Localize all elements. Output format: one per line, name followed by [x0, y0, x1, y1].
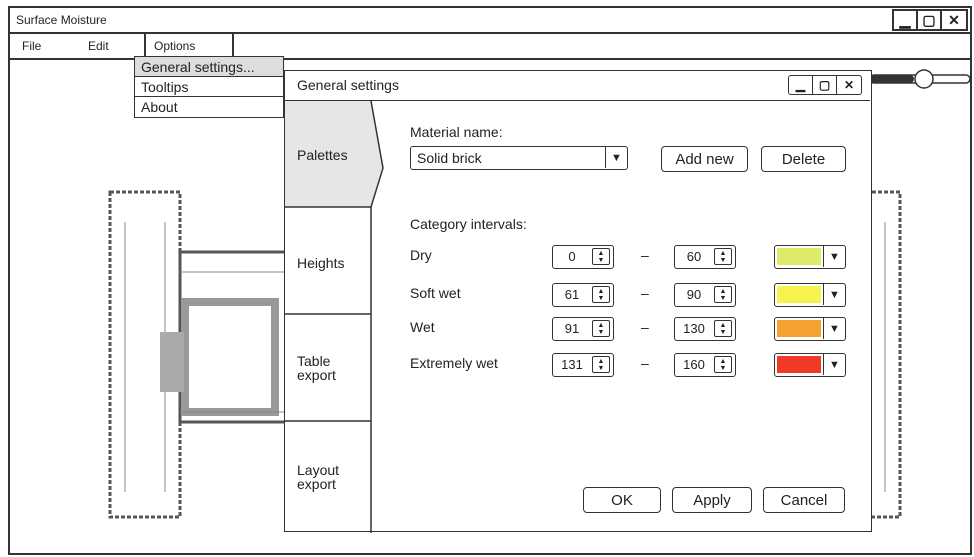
stepper-arrows-icon[interactable]: ▲ ▼ — [592, 356, 610, 373]
color-swatch — [777, 356, 821, 373]
minimize-icon[interactable]: ▁ — [894, 11, 918, 29]
menu-options[interactable]: Options — [144, 34, 234, 58]
stepper-arrows-icon[interactable]: ▲ ▼ — [592, 248, 610, 265]
stepper-arrows-icon[interactable]: ▲ ▼ — [714, 286, 732, 303]
general-settings-dialog: General settings ▁ ▢ ✕ Palettes Heights … — [284, 70, 872, 533]
interval-from-stepper[interactable]: 91 ▲ ▼ — [552, 317, 614, 341]
stepper-arrows-icon[interactable]: ▲ ▼ — [592, 286, 610, 303]
apply-button[interactable]: Apply — [672, 487, 752, 513]
dialog-controls: ▁ ▢ ✕ — [788, 75, 862, 95]
interval-from-stepper[interactable]: 131 ▲ ▼ — [552, 353, 614, 377]
category-name: Wet — [410, 319, 435, 335]
range-dash: – — [641, 247, 649, 263]
ok-button[interactable]: OK — [583, 487, 661, 513]
interval-from-stepper[interactable]: 0 ▲ ▼ — [552, 245, 614, 269]
category-name: Soft wet — [410, 285, 461, 301]
color-picker[interactable]: ▼ — [774, 283, 846, 307]
interval-from-stepper[interactable]: 61 ▲ ▼ — [552, 283, 614, 307]
stepper-arrows-icon[interactable]: ▲ ▼ — [714, 356, 732, 373]
title-bar: Surface Moisture ▁ ▢ ✕ — [10, 8, 970, 34]
maximize-icon[interactable]: ▢ — [918, 11, 942, 29]
minimize-icon[interactable]: ▁ — [789, 76, 813, 94]
chevron-down-icon: ▼ — [823, 354, 845, 375]
close-icon[interactable]: ✕ — [942, 11, 966, 29]
options-dropdown: General settings... Tooltips About — [134, 56, 284, 118]
stepper-arrows-icon[interactable]: ▲ ▼ — [714, 320, 732, 337]
close-icon[interactable]: ✕ — [837, 76, 861, 94]
zoom-slider[interactable] — [868, 68, 972, 90]
color-picker[interactable]: ▼ — [774, 245, 846, 269]
window-title: Surface Moisture — [16, 13, 107, 27]
category-name: Extremely wet — [410, 355, 498, 371]
menu-item-tooltips[interactable]: Tooltips — [135, 77, 283, 97]
category-intervals-label: Category intervals: — [410, 216, 527, 232]
tab-palettes[interactable]: Palettes — [285, 147, 371, 163]
menu-item-about[interactable]: About — [135, 97, 283, 117]
interval-to-stepper[interactable]: 90 ▲ ▼ — [674, 283, 736, 307]
maximize-icon[interactable]: ▢ — [813, 76, 837, 94]
category-name: Dry — [410, 247, 432, 263]
range-dash: – — [641, 285, 649, 301]
material-select-value: Solid brick — [417, 150, 482, 166]
tab-table-export[interactable]: Table export — [285, 354, 371, 382]
dialog-title: General settings — [297, 77, 399, 93]
add-new-button[interactable]: Add new — [661, 146, 748, 172]
color-swatch — [777, 248, 821, 265]
window-controls: ▁ ▢ ✕ — [892, 9, 968, 31]
cancel-button[interactable]: Cancel — [763, 487, 845, 513]
range-dash: – — [641, 319, 649, 335]
interval-to-stepper[interactable]: 60 ▲ ▼ — [674, 245, 736, 269]
tab-layout-export[interactable]: Layout export — [285, 463, 371, 491]
color-picker[interactable]: ▼ — [774, 353, 846, 377]
stepper-arrows-icon[interactable]: ▲ ▼ — [714, 248, 732, 265]
material-name-label: Material name: — [410, 124, 503, 140]
chevron-down-icon: ▼ — [823, 318, 845, 339]
color-swatch — [777, 320, 821, 337]
interval-to-stepper[interactable]: 130 ▲ ▼ — [674, 317, 736, 341]
menu-item-general-settings[interactable]: General settings... — [135, 57, 283, 77]
tab-heights[interactable]: Heights — [285, 255, 371, 271]
material-select[interactable]: Solid brick ▼ — [410, 146, 628, 170]
menu-edit[interactable]: Edit — [80, 34, 140, 58]
chevron-down-icon: ▼ — [605, 147, 627, 168]
color-swatch — [777, 286, 821, 303]
chevron-down-icon: ▼ — [823, 284, 845, 305]
stepper-arrows-icon[interactable]: ▲ ▼ — [592, 320, 610, 337]
range-dash: – — [641, 355, 649, 371]
delete-button[interactable]: Delete — [761, 146, 846, 172]
menu-file[interactable]: File — [14, 34, 74, 58]
color-picker[interactable]: ▼ — [774, 317, 846, 341]
chevron-down-icon: ▼ — [823, 246, 845, 267]
interval-to-stepper[interactable]: 160 ▲ ▼ — [674, 353, 736, 377]
dialog-title-bar: General settings ▁ ▢ ✕ — [285, 71, 870, 101]
